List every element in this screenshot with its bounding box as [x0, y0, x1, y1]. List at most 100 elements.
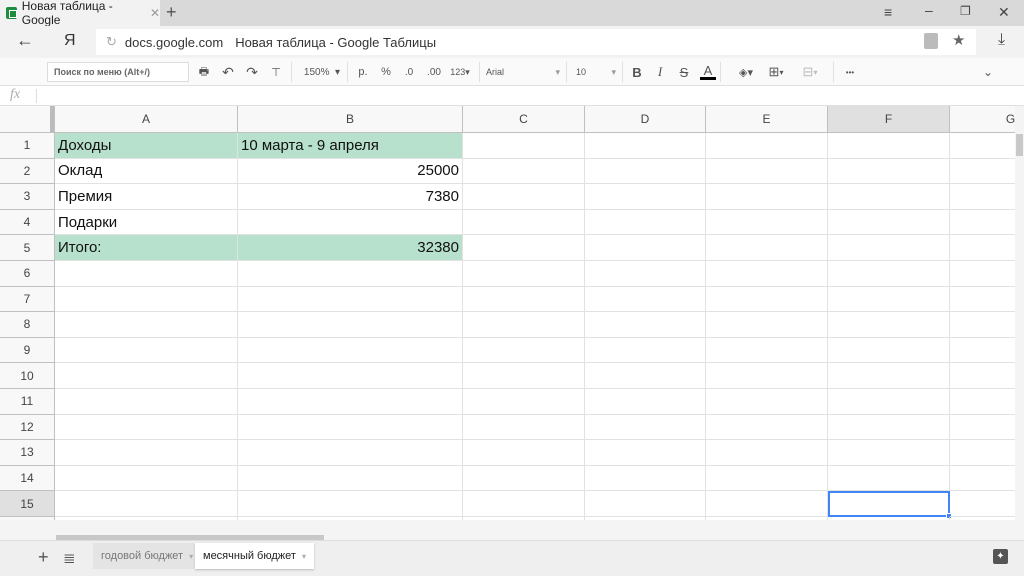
cell-E12[interactable] — [706, 414, 828, 441]
fill-color-icon[interactable]: ◈▾ — [735, 58, 757, 86]
back-icon[interactable]: ← — [16, 30, 34, 51]
restore-icon[interactable]: ❐ — [960, 4, 971, 18]
cell-C1[interactable] — [463, 133, 585, 159]
cell-F7[interactable] — [828, 286, 950, 313]
cell-A11[interactable] — [55, 389, 238, 415]
cell-C14[interactable] — [463, 465, 585, 492]
cell-A2[interactable]: Оклад — [55, 158, 238, 185]
cell-E14[interactable] — [706, 465, 828, 492]
download-icon[interactable]: ⤓ — [998, 31, 1005, 49]
cell-G13[interactable] — [950, 440, 1015, 466]
cell-C2[interactable] — [463, 158, 585, 185]
cell-D11[interactable] — [585, 389, 706, 415]
cell-E2[interactable] — [706, 158, 828, 185]
cell-F9[interactable] — [828, 337, 950, 364]
cell-D1[interactable] — [585, 133, 706, 159]
cell-E10[interactable] — [706, 363, 828, 389]
cell-G4[interactable] — [950, 210, 1015, 236]
row-header-8[interactable]: 8 — [0, 312, 55, 338]
cell-B14[interactable] — [238, 465, 463, 492]
cell-E1[interactable] — [706, 133, 828, 159]
cell-G7[interactable] — [950, 287, 1015, 313]
column-header-D[interactable]: D — [585, 106, 706, 133]
cell-C8[interactable] — [463, 312, 585, 338]
row-header-7[interactable]: 7 — [0, 286, 55, 313]
sheet-tab-0[interactable]: годовой бюджет ▾ — [93, 543, 202, 569]
row-header-11[interactable]: 11 — [0, 389, 55, 415]
column-header-G[interactable]: G — [950, 106, 1015, 133]
zoom-select[interactable]: 150% ▾ — [300, 58, 344, 86]
cell-E13[interactable] — [706, 440, 828, 466]
close-window-icon[interactable]: ✕ — [998, 4, 1010, 21]
explore-icon[interactable]: ✦ — [993, 549, 1008, 564]
cell-D9[interactable] — [585, 337, 706, 364]
cell-A8[interactable] — [55, 312, 238, 338]
lock-icon[interactable] — [924, 33, 938, 49]
cell-G9[interactable] — [950, 338, 1015, 364]
cell-A1[interactable]: Доходы — [55, 133, 238, 159]
font-select[interactable]: Arial ▾ — [486, 58, 560, 86]
cell-B8[interactable] — [238, 312, 463, 338]
more-formats-select[interactable]: 123 ▾ — [447, 58, 473, 86]
cell-F10[interactable] — [828, 363, 950, 389]
cell-E8[interactable] — [706, 312, 828, 338]
cell-G14[interactable] — [950, 466, 1015, 492]
cell-C6[interactable] — [463, 261, 585, 287]
cell-A13[interactable] — [55, 440, 238, 466]
cell-E9[interactable] — [706, 337, 828, 364]
cell-A5[interactable]: Итого: — [55, 235, 238, 261]
cell-A6[interactable] — [55, 261, 238, 287]
cell-E3[interactable] — [706, 184, 828, 210]
cell-G11[interactable] — [950, 389, 1015, 415]
cell-B2[interactable]: 25000 — [238, 158, 463, 185]
cell-B5[interactable]: 32380 — [238, 235, 463, 261]
cell-G2[interactable] — [950, 159, 1015, 185]
cell-F8[interactable] — [828, 312, 950, 338]
column-header-B[interactable]: B — [238, 106, 463, 133]
row-header-6[interactable]: 6 — [0, 261, 55, 287]
row-header-3[interactable]: 3 — [0, 184, 55, 210]
row-header-4[interactable]: 4 — [0, 209, 55, 236]
cell-C12[interactable] — [463, 414, 585, 441]
cell-F2[interactable] — [828, 158, 950, 185]
cell-F6[interactable] — [828, 261, 950, 287]
vertical-scrollbar[interactable] — [1015, 106, 1024, 540]
all-sheets-icon[interactable]: ≣ — [63, 549, 76, 567]
cell-C10[interactable] — [463, 363, 585, 389]
cell-F11[interactable] — [828, 389, 950, 415]
dropdown-icon[interactable]: ▾ — [189, 552, 193, 561]
cell-B7[interactable] — [238, 286, 463, 313]
cell-C11[interactable] — [463, 389, 585, 415]
cell-D2[interactable] — [585, 158, 706, 185]
row-header-1[interactable]: 1 — [0, 133, 55, 159]
cell-D3[interactable] — [585, 184, 706, 210]
undo-icon[interactable]: ↶ — [220, 58, 236, 86]
cell-B11[interactable] — [238, 389, 463, 415]
cell-E11[interactable] — [706, 389, 828, 415]
cell-A15[interactable] — [55, 491, 238, 517]
horizontal-scrollbar[interactable] — [0, 520, 1015, 540]
cell-A10[interactable] — [55, 363, 238, 389]
column-header-E[interactable]: E — [706, 106, 828, 133]
cell-G3[interactable] — [950, 184, 1015, 210]
cell-A9[interactable] — [55, 337, 238, 364]
cell-C4[interactable] — [463, 209, 585, 236]
cell-F4[interactable] — [828, 209, 950, 236]
cell-F14[interactable] — [828, 465, 950, 492]
cell-B4[interactable] — [238, 209, 463, 236]
bold-button[interactable]: B — [630, 58, 644, 86]
cell-E15[interactable] — [706, 491, 828, 517]
new-tab-icon[interactable]: + — [166, 2, 177, 23]
yandex-logo[interactable]: Я — [64, 32, 76, 50]
cell-G10[interactable] — [950, 363, 1015, 389]
sheet-tab-1[interactable]: месячный бюджет ▾ — [195, 543, 314, 569]
cell-B1[interactable]: 10 марта - 9 апреля — [238, 133, 463, 159]
cell-G8[interactable] — [950, 312, 1015, 338]
dropdown-icon[interactable]: ▾ — [302, 552, 306, 561]
cell-E7[interactable] — [706, 286, 828, 313]
menu-icon[interactable]: ≡ — [884, 4, 892, 20]
column-header-F[interactable]: F — [828, 106, 950, 133]
row-header-9[interactable]: 9 — [0, 337, 55, 364]
text-color-button[interactable]: A — [699, 58, 717, 86]
formula-input[interactable] — [44, 89, 1004, 103]
